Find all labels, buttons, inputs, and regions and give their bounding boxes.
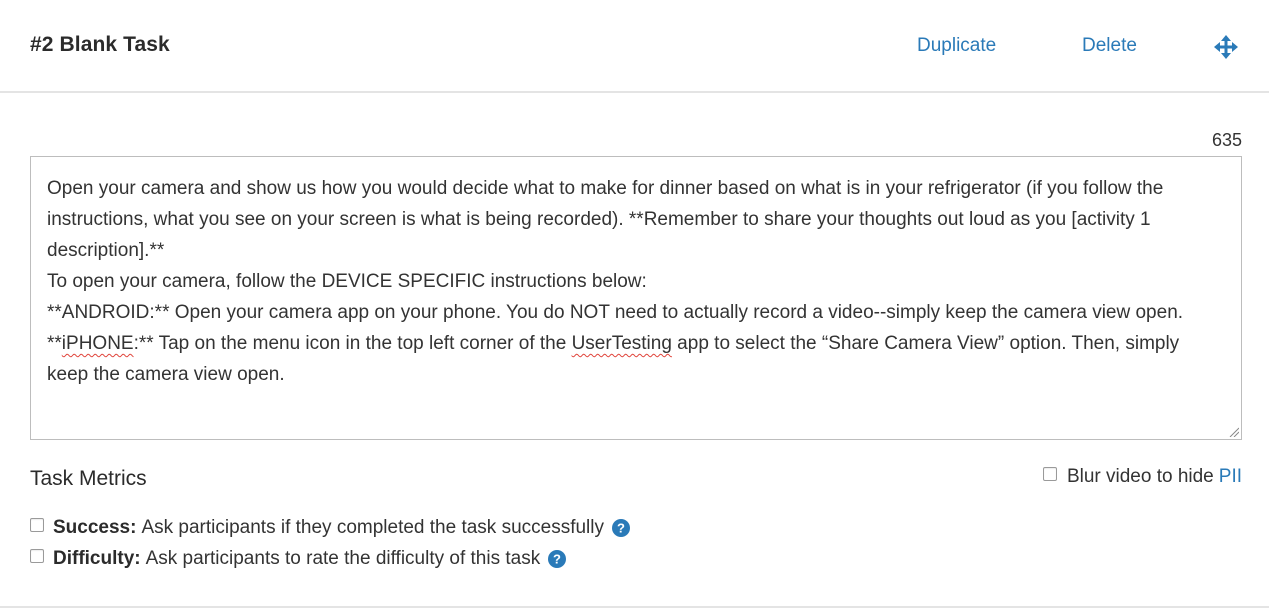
success-description: Ask participants if they completed the t… [141,517,604,538]
success-metric-row: Success: Ask participants if they comple… [30,517,630,539]
difficulty-label: Difficulty: [53,548,141,569]
iphone-mid: :** Tap on the menu icon in the top left… [133,333,572,354]
character-count: 635 [1211,130,1242,150]
task-header: #2 Blank Task Duplicate Delete [0,0,1269,93]
task-title: #2 Blank Task [30,33,170,56]
iphone-prefix: ** [47,333,62,354]
help-icon[interactable]: ? [548,550,567,568]
delete-button[interactable]: Delete [1082,35,1137,57]
editor-paragraph-3: **ANDROID:** Open your camera app on you… [47,302,1184,323]
blur-video-checkbox[interactable] [1042,467,1057,481]
difficulty-metric-row: Difficulty: Ask participants to rate the… [30,548,567,570]
resize-handle-icon[interactable] [1229,427,1239,437]
bottom-divider [0,606,1269,608]
task-metrics-heading: Task Metrics [30,467,147,490]
difficulty-checkbox[interactable] [30,549,44,563]
difficulty-description: Ask participants to rate the difficulty … [145,548,541,569]
editor-paragraph-1: Open your camera and show us how you wou… [47,178,1164,261]
duplicate-button[interactable]: Duplicate [917,35,996,57]
usertesting-word: UserTesting [571,333,672,354]
svg-text:?: ? [617,521,625,536]
success-checkbox[interactable] [30,518,44,532]
editor-paragraph-2: To open your camera, follow the DEVICE S… [47,271,647,292]
editor-paragraph-4: **iPHONE:** Tap on the menu icon in the … [47,328,1225,390]
iphone-word: iPHONE [61,333,134,354]
task-card: #2 Blank Task Duplicate Delete 635 Open … [0,0,1269,609]
success-label: Success: [53,517,137,538]
svg-text:?: ? [553,552,561,567]
pii-link[interactable]: PII [1219,466,1242,488]
task-description-textarea[interactable]: Open your camera and show us how you wou… [30,156,1242,440]
help-icon[interactable]: ? [612,519,630,537]
blur-video-option: Blur video to hide PII [1042,466,1242,488]
blur-video-label: Blur video to hide [1066,466,1214,487]
move-arrows-icon[interactable] [1214,35,1238,59]
